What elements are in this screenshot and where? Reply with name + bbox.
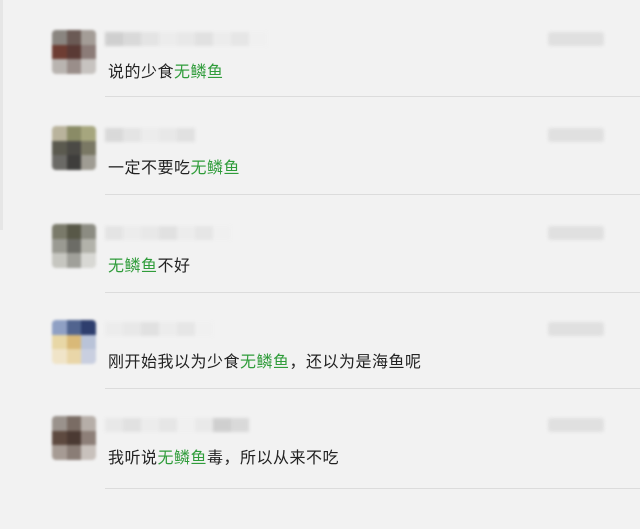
timestamp-blurred (548, 128, 604, 142)
divider (105, 194, 640, 195)
comment-text: 我听说无鳞鱼毒，所以从来不吃 (108, 444, 339, 468)
comment-item[interactable]: 一定不要吃无鳞鱼 (0, 122, 640, 220)
keyword-highlight: 无鳞鱼 (240, 352, 290, 371)
keyword-highlight: 无鳞鱼 (174, 62, 224, 81)
comment-text-segment: 刚开始我以为少食 (108, 352, 241, 371)
comment-item[interactable]: 说的少食无鳞鱼 (0, 26, 640, 124)
keyword-highlight: 无鳞鱼 (157, 448, 208, 467)
comment-item[interactable]: 我听说无鳞鱼毒，所以从来不吃 (0, 412, 640, 510)
username-blurred[interactable] (105, 128, 195, 142)
comment-text-segment: 一定不要吃 (108, 158, 191, 177)
divider (105, 388, 640, 389)
timestamp-blurred (548, 418, 604, 432)
avatar[interactable] (52, 416, 96, 460)
keyword-highlight: 无鳞鱼 (190, 158, 241, 177)
divider (105, 292, 640, 293)
username-blurred[interactable] (105, 226, 231, 240)
comment-text-segment: 我听说 (108, 448, 158, 467)
divider (105, 488, 640, 489)
comment-text: 一定不要吃无鳞鱼 (108, 154, 240, 178)
comment-text: 说的少食无鳞鱼 (108, 58, 224, 82)
avatar[interactable] (52, 224, 96, 268)
timestamp-blurred (548, 32, 604, 46)
username-blurred[interactable] (105, 418, 249, 432)
avatar[interactable] (52, 320, 96, 364)
comment-text-segment: 说的少食 (108, 62, 175, 81)
username-blurred[interactable] (105, 32, 267, 46)
comment-text: 刚开始我以为少食无鳞鱼，还以为是海鱼呢 (108, 348, 422, 372)
comment-text-segment: 不好 (157, 256, 191, 275)
avatar[interactable] (52, 126, 96, 170)
divider (105, 96, 640, 97)
comment-item[interactable]: 刚开始我以为少食无鳞鱼，还以为是海鱼呢 (0, 316, 640, 414)
avatar[interactable] (52, 30, 96, 74)
comment-list: 说的少食无鳞鱼 一定不要吃无鳞鱼 无鳞鱼不好 刚开始我以为少食无鳞鱼，还以为是海鱼呢我… (0, 0, 640, 529)
keyword-highlight: 无鳞鱼 (108, 256, 158, 275)
comment-text: 无鳞鱼不好 (108, 252, 191, 276)
username-blurred[interactable] (105, 322, 213, 336)
comment-text-segment: ，还以为是海鱼呢 (289, 352, 422, 371)
comment-item[interactable]: 无鳞鱼不好 (0, 220, 640, 318)
timestamp-blurred (548, 226, 604, 240)
comment-text-segment: 毒，所以从来不吃 (207, 448, 340, 467)
timestamp-blurred (548, 322, 604, 336)
